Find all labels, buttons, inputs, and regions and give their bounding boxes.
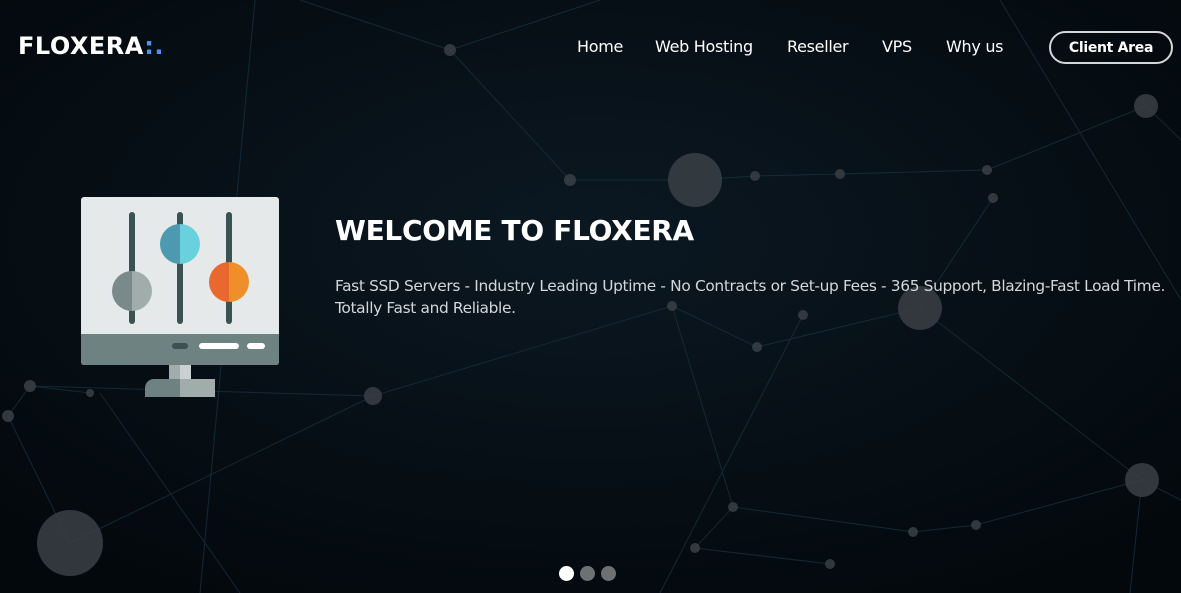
stand-icon [145, 365, 215, 397]
hero-description: Fast SSD Servers - Industry Leading Upti… [335, 277, 1165, 317]
site-header: FLOXERA:. Home Web Hosting Reseller VPS … [0, 0, 1181, 93]
client-area-button[interactable]: Client Area [1049, 31, 1173, 64]
brand-name: FLOXERA [18, 32, 145, 60]
nav-item-vps[interactable]: VPS [882, 37, 912, 56]
carousel-dot-2[interactable] [580, 566, 595, 581]
nav-item-why-us[interactable]: Why us [946, 37, 1004, 56]
nav-item-web-hosting[interactable]: Web Hosting [655, 37, 753, 56]
bezel-indicator [172, 343, 188, 349]
slider-knob-blue [160, 224, 200, 264]
hero-title: WELCOME TO FLOXERA [335, 214, 694, 247]
nav-item-reseller[interactable]: Reseller [787, 37, 849, 56]
carousel-pagination [559, 566, 616, 581]
carousel-dot-1[interactable] [559, 566, 574, 581]
bezel-bar-short [247, 343, 265, 349]
monitor-equalizer-icon [81, 197, 279, 397]
slider-knob-gray [112, 271, 152, 311]
brand-logo[interactable]: FLOXERA:. [18, 32, 164, 60]
brand-suffix: :. [144, 32, 164, 60]
nav-item-home[interactable]: Home [577, 37, 623, 56]
slider-knob-orange [209, 262, 249, 302]
bezel-bar-long [199, 343, 239, 349]
monitor-bezel [81, 334, 279, 365]
carousel-dot-3[interactable] [601, 566, 616, 581]
